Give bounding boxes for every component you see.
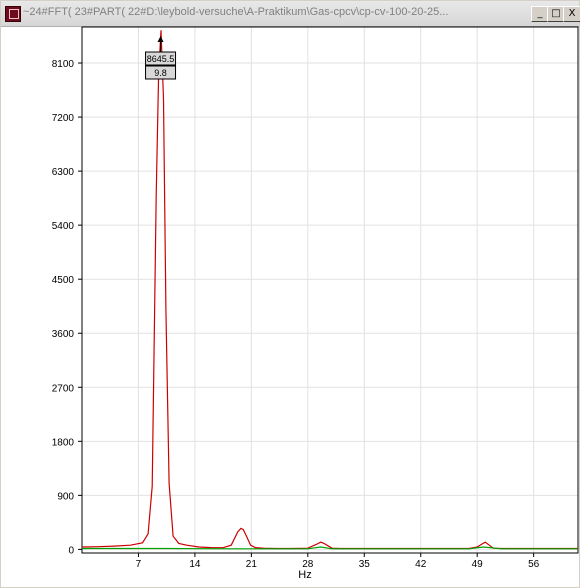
x-tick-label: 56 [528,559,540,570]
x-tick-label: 35 [359,559,371,570]
y-tick-label: 0 [68,545,74,556]
fft-chart[interactable]: 0 900 1800 2700 3600 4500 5400 6300 7200 8100 7 14… [0,0,580,588]
x-tick-label: 7 [136,559,142,570]
series-line-1 [81,30,578,550]
grid-lines [82,27,578,553]
x-tick-label: 21 [246,559,258,570]
y-tick-label: 7200 [52,113,75,124]
series-lines [81,30,578,550]
plot-frame [81,26,579,554]
y-tick-label: 4500 [52,275,75,286]
x-tick-label: 42 [415,559,427,570]
y-tick-label: 2700 [52,383,75,394]
x-tick-label: 49 [472,559,484,570]
tooltip-x: 9.8 [154,68,167,78]
y-tick-label: 900 [57,491,74,502]
x-tick-label: 14 [189,559,201,570]
x-axis-label: Hz [298,569,311,581]
y-tick-label: 8100 [52,59,75,70]
y-tick-label: 1800 [52,437,75,448]
arrow-head-icon [157,36,164,42]
y-axis: 0 900 1800 2700 3600 4500 5400 6300 7200 8100 [52,59,82,556]
y-tick-label: 5400 [52,221,75,232]
y-tick-label: 3600 [52,329,75,340]
tooltip-value: 8645.5 [147,54,175,64]
x-axis: 7 14 21 28 35 42 49 56 [136,553,540,570]
y-tick-label: 6300 [52,167,75,178]
peak-tooltip: 8645.5 9.8 [145,36,177,80]
